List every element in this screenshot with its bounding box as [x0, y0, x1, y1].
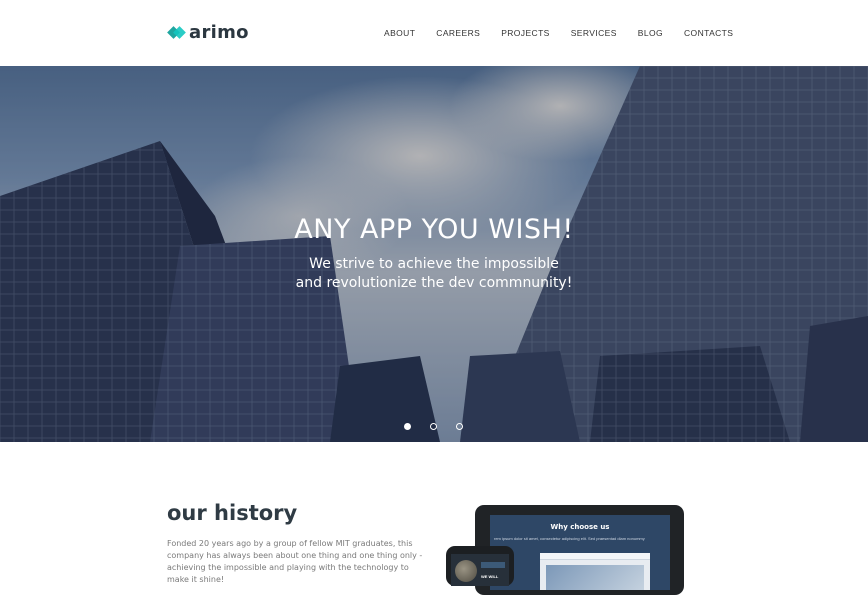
phone-screen-image	[455, 560, 477, 582]
nav-blog[interactable]: BLOG	[638, 28, 663, 38]
main-nav: ABOUT CAREERS PROJECTS SERVICES BLOG CON…	[384, 28, 754, 38]
nav-contacts[interactable]: CONTACTS	[684, 28, 733, 38]
hero-slider: ANY APP YOU WISH! We strive to achieve t…	[0, 66, 868, 442]
hero-subtitle-line-2: and revolutionize the dev commnunity!	[295, 275, 573, 291]
hero-title: ANY APP YOU WISH!	[294, 214, 574, 245]
nav-projects[interactable]: PROJECTS	[501, 28, 550, 38]
logo-diamond-icon	[167, 25, 186, 41]
nav-about[interactable]: ABOUT	[384, 28, 415, 38]
logo-text: arimo	[189, 22, 249, 43]
hero-subtitle-line-1: We strive to achieve the impossible	[309, 256, 559, 272]
site-header: arimo ABOUT CAREERS PROJECTS SERVICES BL…	[0, 0, 868, 66]
tablet-screen: Why choose us rem ipsum dolor sit amet, …	[490, 515, 670, 590]
tablet-screen-card	[540, 553, 650, 590]
phone-mockup: WE WILL	[446, 546, 514, 586]
tablet-screen-text: rem ipsum dolor sit amet, consectetur ad…	[494, 536, 645, 541]
history-paragraph: Fonded 20 years ago by a group of fellow…	[167, 539, 423, 584]
hero-background-image	[0, 66, 868, 442]
slider-pagination	[404, 423, 482, 430]
nav-services[interactable]: SERVICES	[571, 28, 617, 38]
slider-dot-3[interactable]	[456, 423, 463, 430]
nav-careers[interactable]: CAREERS	[436, 28, 480, 38]
history-heading: our history	[167, 501, 298, 525]
phone-screen-label: WE WILL	[481, 574, 499, 579]
hero-subtitle: We strive to achieve the impossible and …	[0, 255, 868, 293]
tablet-screen-title: Why choose us	[550, 523, 610, 531]
slider-dot-2[interactable]	[430, 423, 437, 430]
logo[interactable]: arimo	[167, 22, 249, 43]
phone-screen: WE WILL	[451, 554, 509, 586]
slider-dot-1[interactable]	[404, 423, 411, 430]
